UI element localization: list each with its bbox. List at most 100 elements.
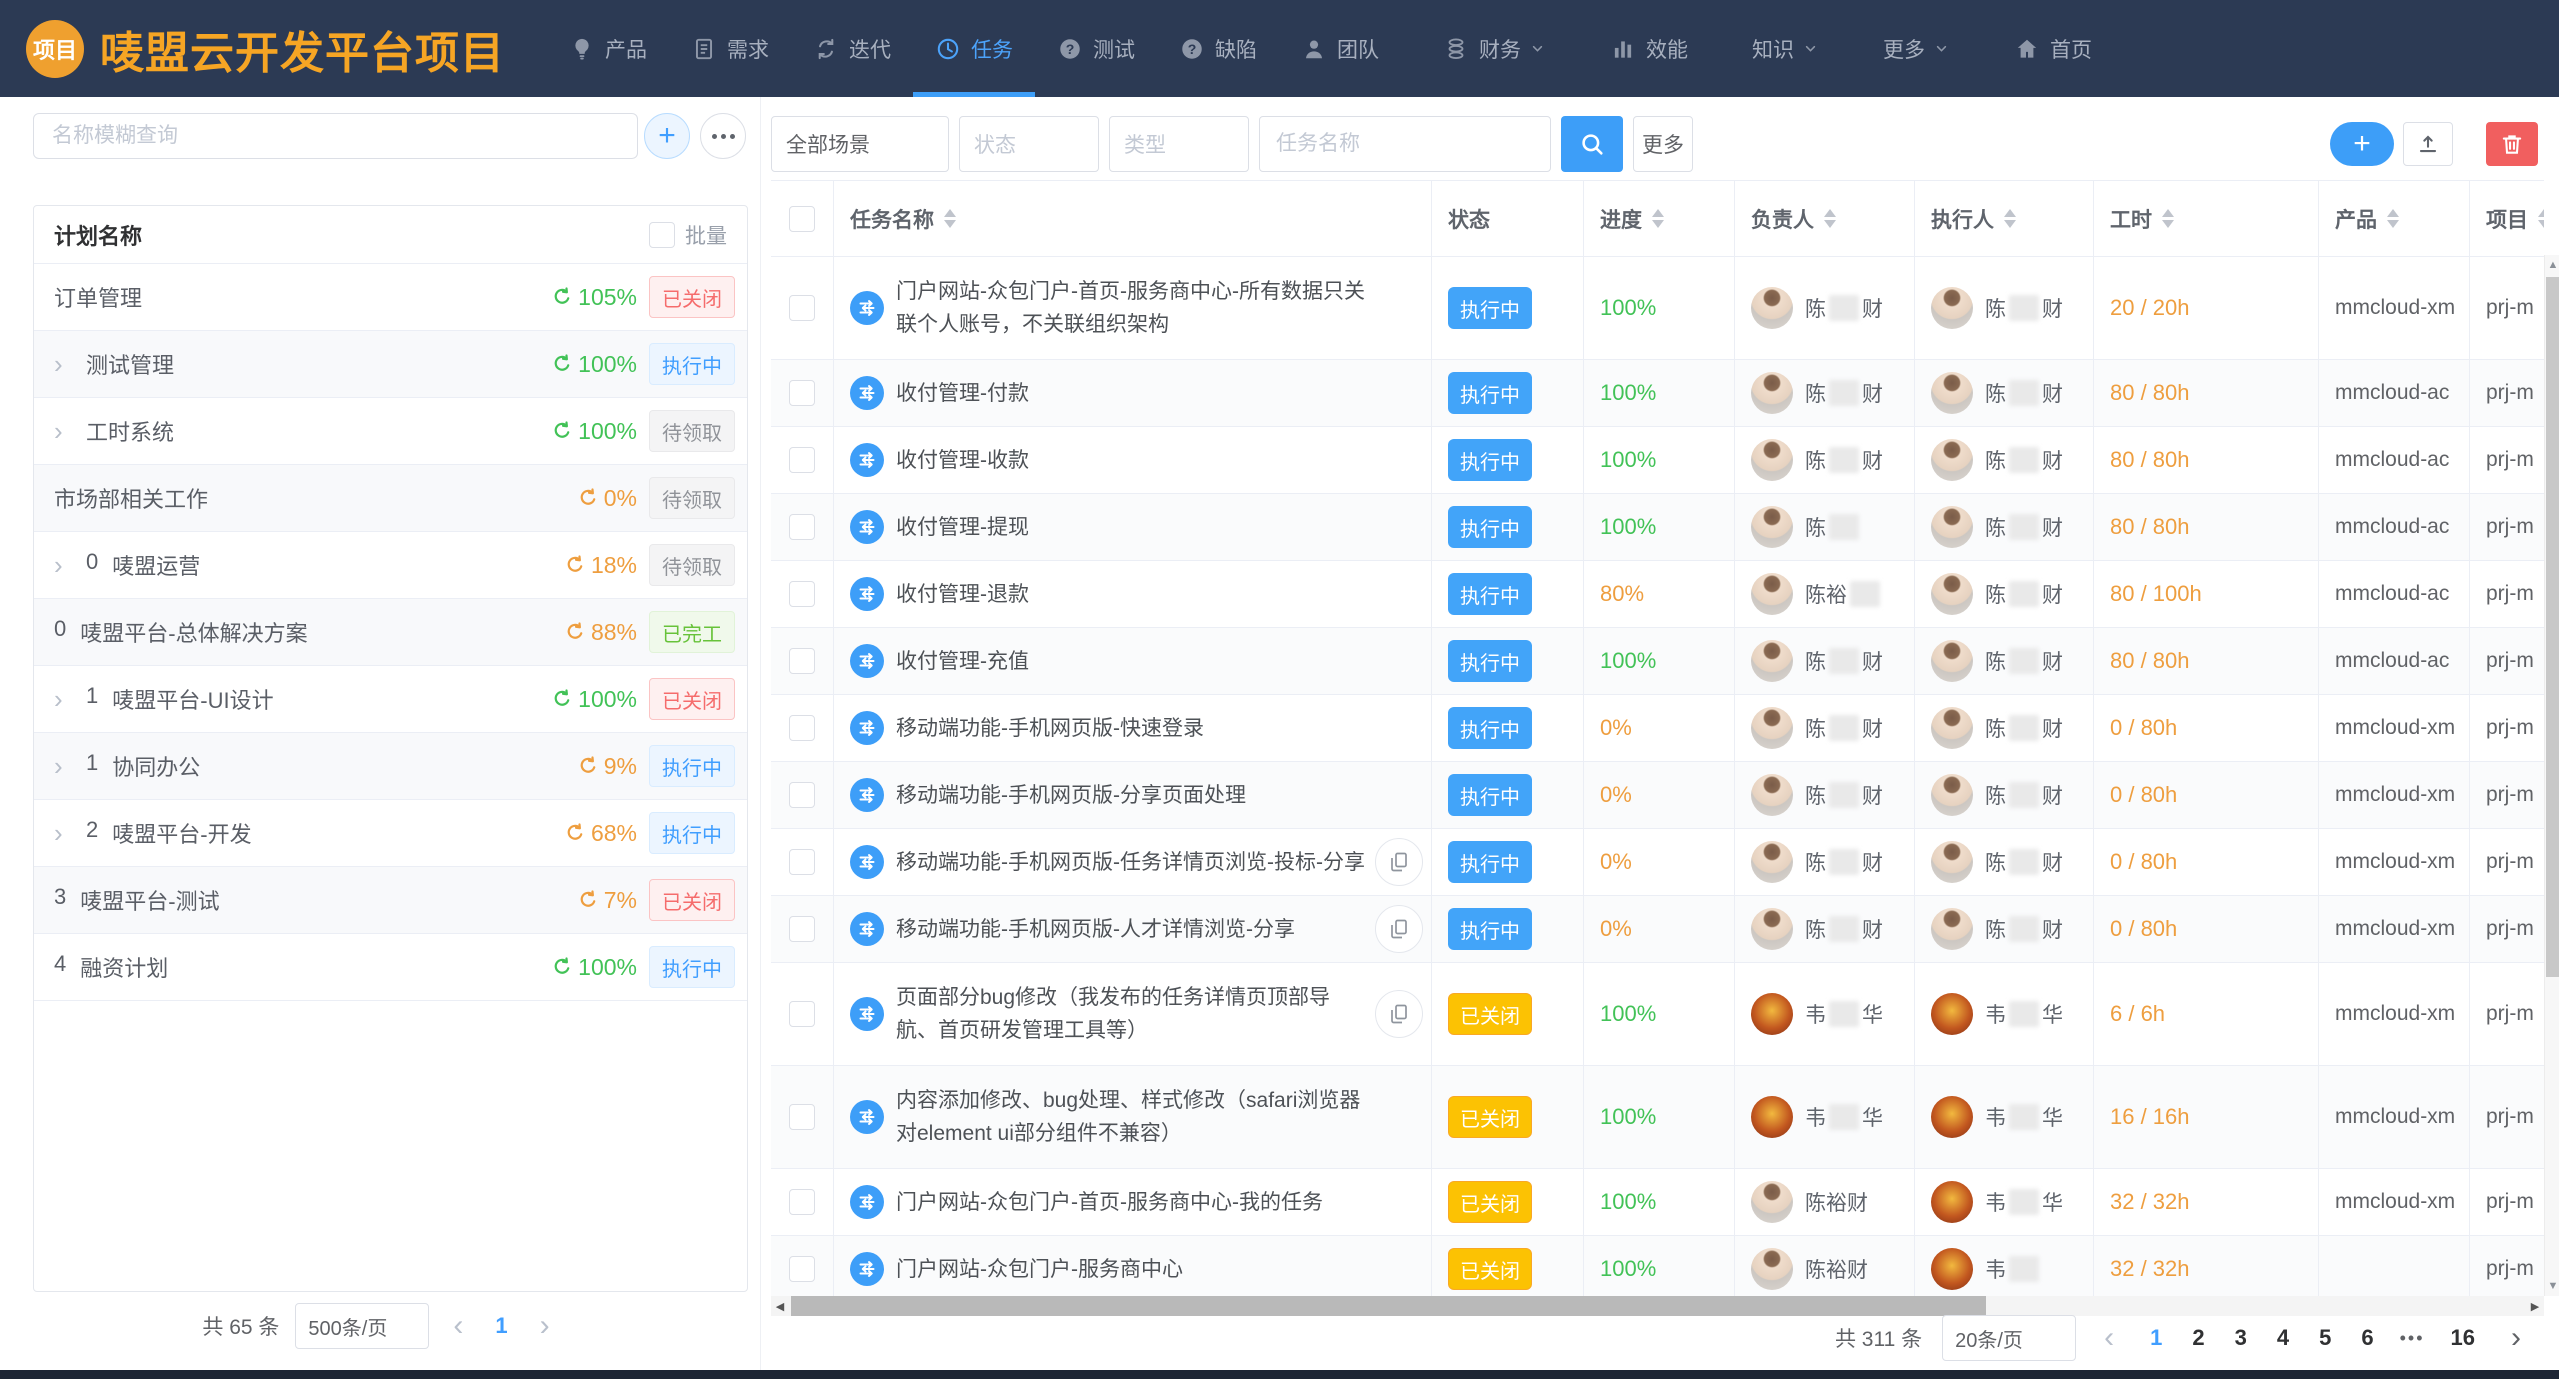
row-checkbox[interactable] — [789, 581, 815, 607]
table-row[interactable]: 门户网站-众包门户-服务商中心 已关闭 100% 陈裕财 韦 32 / 32h … — [771, 1236, 2544, 1298]
chevron-right-icon[interactable]: › — [54, 418, 86, 444]
vertical-scroll-thumb[interactable] — [2546, 277, 2559, 977]
plan-row[interactable]: › 测试管理 100% 执行中 — [34, 331, 747, 398]
table-row[interactable]: 收付管理-退款 执行中 80% 陈裕 陈财 80 / 100h mmcloud-… — [771, 561, 2544, 628]
chevron-right-icon[interactable]: › — [54, 351, 86, 377]
sort-icon[interactable] — [2538, 209, 2544, 228]
task-name[interactable]: 门户网站-众包门户-首页-服务商中心-所有数据只关联个人账号，不关联组织架构 — [896, 275, 1371, 341]
table-row[interactable]: 移动端功能-手机网页版-任务详情页浏览-投标-分享 执行中 0% 陈财 陈财 0… — [771, 829, 2544, 896]
nav-item-产品[interactable]: 产品 — [547, 0, 669, 97]
sort-icon[interactable] — [2387, 209, 2399, 228]
header-hours[interactable]: 工时 — [2094, 181, 2319, 256]
plan-row[interactable]: 订单管理 105% 已关闭 — [34, 264, 747, 331]
nav-item-缺陷[interactable]: ? 缺陷 — [1157, 0, 1279, 97]
copy-icon[interactable] — [1375, 905, 1423, 953]
nav-item-首页[interactable]: 首页 — [1992, 0, 2114, 97]
chevron-right-icon[interactable]: › — [54, 820, 86, 846]
vertical-scrollbar[interactable]: ▲ ▼ — [2544, 255, 2559, 1296]
export-button[interactable] — [2403, 122, 2453, 166]
copy-icon[interactable] — [1375, 838, 1423, 886]
horizontal-scroll-thumb[interactable] — [791, 1296, 1986, 1316]
row-checkbox[interactable] — [789, 1256, 815, 1282]
nav-item-需求[interactable]: 需求 — [669, 0, 791, 97]
select-all-checkbox[interactable] — [789, 206, 815, 232]
task-name[interactable]: 页面部分bug修改（我发布的任务详情页顶部导航、首页研发管理工具等） — [896, 981, 1371, 1047]
delete-button[interactable] — [2486, 122, 2538, 166]
scroll-down-icon[interactable]: ▼ — [2545, 1276, 2559, 1296]
plan-row[interactable]: 0 唛盟平台-总体解决方案 88% 已完工 — [34, 599, 747, 666]
header-executor[interactable]: 执行人 — [1915, 181, 2094, 256]
more-actions-icon[interactable] — [700, 113, 746, 159]
plan-row[interactable]: 4 融资计划 100% 执行中 — [34, 934, 747, 1001]
plan-row[interactable]: 3 唛盟平台-测试 7% 已关闭 — [34, 867, 747, 934]
header-project[interactable]: 项目 — [2470, 181, 2544, 256]
page-number[interactable]: 4 — [2269, 1325, 2297, 1351]
header-product[interactable]: 产品 — [2319, 181, 2470, 256]
sort-icon[interactable] — [1824, 209, 1836, 228]
row-checkbox[interactable] — [789, 295, 815, 321]
plan-page-size-select[interactable]: 500条/页 — [295, 1303, 429, 1349]
copy-icon[interactable] — [1375, 990, 1423, 1038]
task-name[interactable]: 移动端功能-手机网页版-快速登录 — [896, 712, 1204, 745]
table-row[interactable]: 收付管理-提现 执行中 100% 陈 陈财 80 / 80h mmcloud-a… — [771, 494, 2544, 561]
scroll-right-icon[interactable]: ▶ — [2526, 1296, 2544, 1316]
nav-item-财务[interactable]: 财务 — [1421, 0, 1568, 97]
task-name[interactable]: 收付管理-退款 — [896, 578, 1029, 611]
row-checkbox[interactable] — [789, 648, 815, 674]
table-row[interactable]: 门户网站-众包门户-首页-服务商中心-所有数据只关联个人账号，不关联组织架构 执… — [771, 257, 2544, 360]
table-row[interactable]: 页面部分bug修改（我发布的任务详情页顶部导航、首页研发管理工具等） 已关闭 1… — [771, 963, 2544, 1066]
row-checkbox[interactable] — [789, 447, 815, 473]
header-progress[interactable]: 进度 — [1584, 181, 1735, 256]
row-checkbox[interactable] — [789, 1104, 815, 1130]
nav-item-测试[interactable]: ? 测试 — [1035, 0, 1157, 97]
sort-icon[interactable] — [1652, 209, 1664, 228]
row-checkbox[interactable] — [789, 1001, 815, 1027]
row-checkbox[interactable] — [789, 514, 815, 540]
plan-row[interactable]: › 2 唛盟平台-开发 68% 执行中 — [34, 800, 747, 867]
row-checkbox[interactable] — [789, 1189, 815, 1215]
chevron-right-icon[interactable]: › — [54, 686, 86, 712]
header-task-name[interactable]: 任务名称 — [834, 181, 1432, 256]
header-owner[interactable]: 负责人 — [1735, 181, 1915, 256]
scene-select[interactable]: 全部场景 — [771, 116, 949, 172]
page-number[interactable]: 16 — [2443, 1325, 2483, 1351]
row-checkbox[interactable] — [789, 782, 815, 808]
task-name[interactable]: 内容添加修改、bug处理、样式修改（safari浏览器对element ui部分… — [896, 1084, 1371, 1150]
row-checkbox[interactable] — [789, 715, 815, 741]
page-number[interactable]: 2 — [2184, 1325, 2212, 1351]
page-number[interactable]: 6 — [2353, 1325, 2381, 1351]
task-name[interactable]: 收付管理-充值 — [896, 645, 1029, 678]
page-number[interactable]: 1 — [487, 1313, 515, 1339]
table-row[interactable]: 收付管理-充值 执行中 100% 陈财 陈财 80 / 80h mmcloud-… — [771, 628, 2544, 695]
row-checkbox[interactable] — [789, 849, 815, 875]
type-select[interactable]: 类型 — [1109, 116, 1249, 172]
sort-icon[interactable] — [944, 209, 956, 228]
plan-row[interactable]: › 1 唛盟平台-UI设计 100% 已关闭 — [34, 666, 747, 733]
task-name-input[interactable] — [1259, 116, 1551, 172]
scroll-up-icon[interactable]: ▲ — [2545, 255, 2559, 275]
task-name[interactable]: 收付管理-收款 — [896, 444, 1029, 477]
task-name[interactable]: 移动端功能-手机网页版-分享页面处理 — [896, 779, 1246, 812]
chevron-right-icon[interactable]: › — [54, 753, 86, 779]
page-number[interactable]: 3 — [2227, 1325, 2255, 1351]
search-button[interactable] — [1561, 116, 1623, 172]
task-name[interactable]: 门户网站-众包门户-首页-服务商中心-我的任务 — [896, 1186, 1323, 1219]
table-row[interactable]: 内容添加修改、bug处理、样式修改（safari浏览器对element ui部分… — [771, 1066, 2544, 1169]
nav-item-任务[interactable]: 任务 — [913, 0, 1035, 97]
more-filters-button[interactable]: 更多 — [1633, 116, 1693, 172]
prev-page-icon[interactable]: ‹ — [445, 1311, 471, 1341]
nav-item-更多[interactable]: 更多 — [1861, 0, 1972, 97]
table-row[interactable]: 收付管理-收款 执行中 100% 陈财 陈财 80 / 80h mmcloud-… — [771, 427, 2544, 494]
more-pages-icon[interactable]: ••• — [2396, 1328, 2429, 1349]
table-row[interactable]: 门户网站-众包门户-首页-服务商中心-我的任务 已关闭 100% 陈裕财 韦华 … — [771, 1169, 2544, 1236]
nav-item-效能[interactable]: 效能 — [1588, 0, 1710, 97]
add-plan-button[interactable]: + — [644, 113, 690, 159]
page-number[interactable]: 1 — [2142, 1325, 2170, 1351]
nav-item-迭代[interactable]: 迭代 — [791, 0, 913, 97]
add-task-button[interactable]: + — [2330, 122, 2394, 166]
status-select[interactable]: 状态 — [959, 116, 1099, 172]
prev-page-icon[interactable]: ‹ — [2096, 1323, 2122, 1353]
task-name[interactable]: 收付管理-付款 — [896, 377, 1029, 410]
scroll-left-icon[interactable]: ◀ — [771, 1296, 789, 1316]
chevron-right-icon[interactable]: › — [54, 552, 86, 578]
